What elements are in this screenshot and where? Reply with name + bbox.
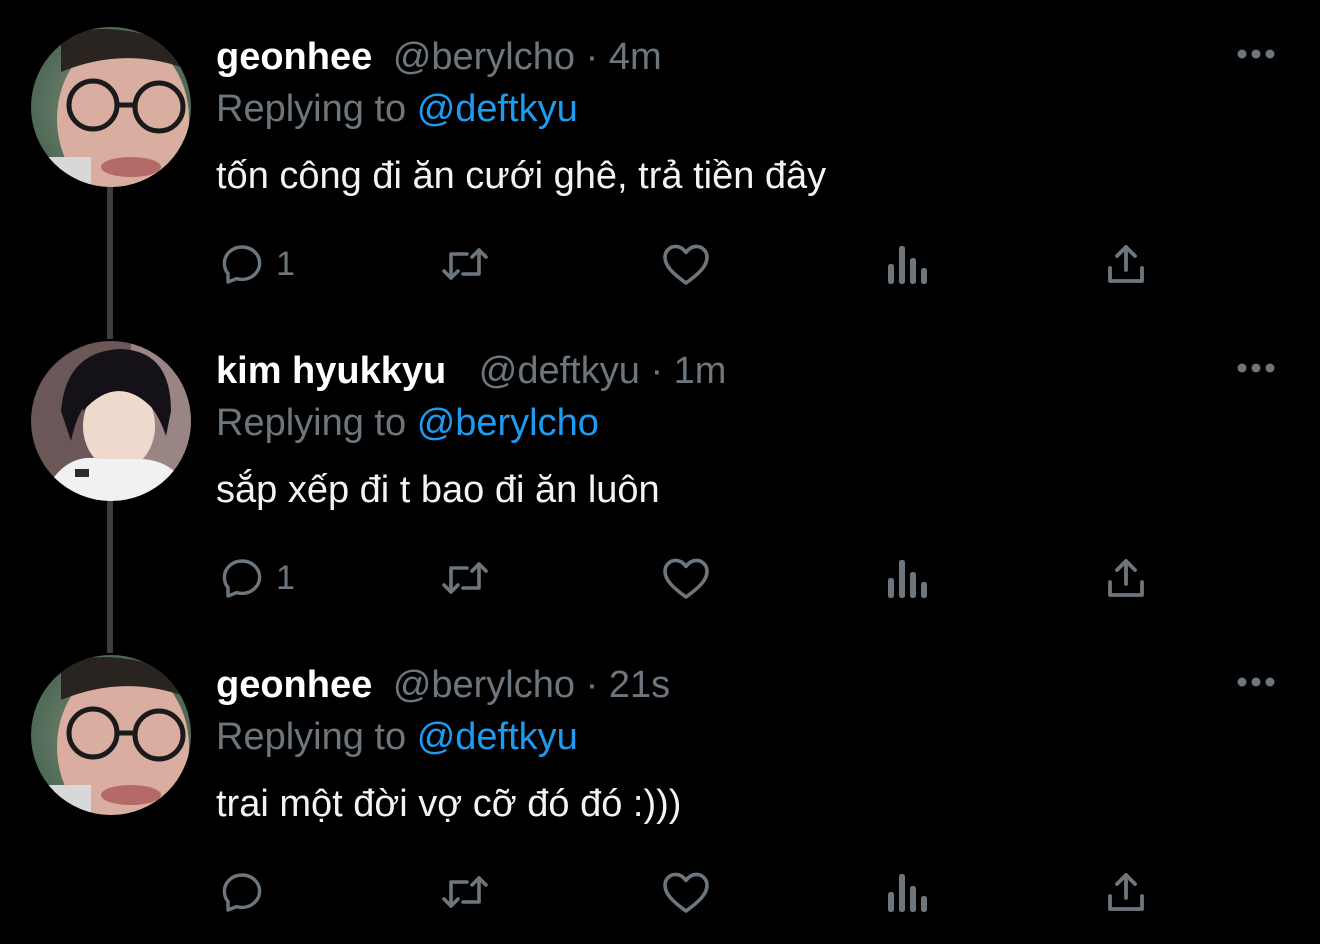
timestamp[interactable]: 1m <box>674 350 727 392</box>
like-button[interactable] <box>660 236 712 292</box>
reply-count: 1 <box>276 558 295 597</box>
tweet-header: geonhee @berylcho · 4m <box>216 33 662 81</box>
reply-button[interactable]: 1 <box>218 550 295 606</box>
views-button[interactable] <box>884 864 928 920</box>
tweet[interactable]: kim hyukkyu @deftkyu · 1m Replying to @b… <box>0 314 1320 628</box>
author-name[interactable]: kim hyukkyu <box>216 350 446 392</box>
replying-to-label: Replying to <box>216 716 407 758</box>
tweet-actions: 1 <box>0 236 1320 292</box>
replying-to: Replying to @berylcho <box>216 399 599 447</box>
retweet-button[interactable] <box>437 864 493 920</box>
replying-to-label: Replying to <box>216 402 407 444</box>
reply-count: 1 <box>276 244 295 283</box>
tweet[interactable]: geonhee @berylcho · 21s Replying to @def… <box>0 628 1320 942</box>
share-icon <box>1108 559 1144 597</box>
timestamp[interactable]: 4m <box>609 36 662 78</box>
retweet-button[interactable] <box>437 550 493 606</box>
separator-dot: · <box>585 664 599 706</box>
reply-thread: geonhee @berylcho · 4m Replying to @deft… <box>0 0 1320 944</box>
more-options-icon[interactable] <box>1234 668 1278 696</box>
tweet[interactable]: geonhee @berylcho · 4m Replying to @deft… <box>0 0 1320 314</box>
share-icon <box>1108 873 1144 911</box>
replying-to: Replying to @deftkyu <box>216 713 578 761</box>
tweet-actions <box>0 864 1320 920</box>
retweet-button[interactable] <box>437 236 493 292</box>
reply-icon <box>222 245 262 284</box>
share-button[interactable] <box>1102 236 1150 292</box>
replying-to: Replying to @deftkyu <box>216 85 578 133</box>
views-icon <box>888 246 927 284</box>
views-icon <box>888 560 927 598</box>
author-name[interactable]: geonhee <box>216 36 372 78</box>
reply-mention-link[interactable]: @deftkyu <box>417 716 578 758</box>
tweet-header: geonhee @berylcho · 21s <box>216 661 670 709</box>
reply-button[interactable] <box>218 864 276 920</box>
reply-button[interactable]: 1 <box>218 236 295 292</box>
author-name[interactable]: geonhee <box>216 664 372 706</box>
timestamp[interactable]: 21s <box>609 664 670 706</box>
like-button[interactable] <box>660 550 712 606</box>
avatar[interactable] <box>31 655 191 815</box>
heart-icon <box>663 872 709 913</box>
author-handle[interactable]: @berylcho <box>393 664 575 706</box>
views-button[interactable] <box>884 236 928 292</box>
reply-mention-link[interactable]: @deftkyu <box>417 88 578 130</box>
author-handle[interactable]: @deftkyu <box>479 350 640 392</box>
tweet-text: sắp xếp đi t bao đi ăn luôn <box>216 469 660 511</box>
share-icon <box>1108 245 1144 283</box>
retweet-icon <box>442 876 488 908</box>
heart-icon <box>663 558 709 599</box>
share-button[interactable] <box>1102 864 1150 920</box>
retweet-icon <box>442 248 488 280</box>
reply-icon <box>222 559 262 598</box>
tweet-actions: 1 <box>0 550 1320 606</box>
avatar[interactable] <box>31 341 191 501</box>
tweet-text: trai một đời vợ cỡ đó đó :))) <box>216 783 682 825</box>
tweet-header: kim hyukkyu @deftkyu · 1m <box>216 347 726 395</box>
heart-icon <box>663 244 709 285</box>
views-button[interactable] <box>884 550 928 606</box>
reply-icon <box>222 873 262 912</box>
more-options-icon[interactable] <box>1234 40 1278 68</box>
like-button[interactable] <box>660 864 712 920</box>
replying-to-label: Replying to <box>216 88 407 130</box>
separator-dot: · <box>650 350 664 392</box>
share-button[interactable] <box>1102 550 1150 606</box>
views-icon <box>888 874 927 912</box>
tweet-text: tốn công đi ăn cưới ghê, trả tiền đây <box>216 155 827 197</box>
reply-mention-link[interactable]: @berylcho <box>417 402 599 444</box>
more-options-icon[interactable] <box>1234 354 1278 382</box>
retweet-icon <box>442 562 488 594</box>
avatar[interactable] <box>31 27 191 187</box>
author-handle[interactable]: @berylcho <box>393 36 575 78</box>
separator-dot: · <box>585 36 599 78</box>
